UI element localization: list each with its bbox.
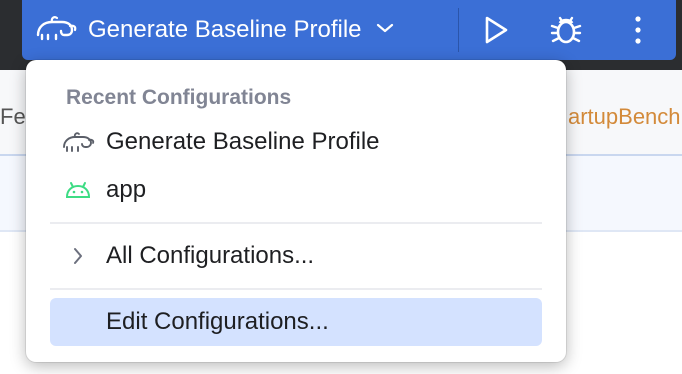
all-configurations-item[interactable]: All Configurations... <box>50 232 542 280</box>
recent-config-label: app <box>106 176 147 203</box>
recent-config-app[interactable]: app <box>50 166 542 214</box>
run-config-selector[interactable]: Generate Baseline Profile <box>32 0 452 60</box>
toolbar-divider <box>458 8 459 52</box>
baseline-profile-icon <box>50 130 106 154</box>
all-configurations-label: All Configurations... <box>106 242 315 269</box>
run-icon <box>485 16 508 44</box>
recent-configurations-header: Recent Configurations <box>66 86 292 109</box>
run-config-name: Generate Baseline Profile <box>88 16 362 43</box>
menu-separator <box>50 288 542 290</box>
more-options-button[interactable] <box>610 0 666 60</box>
baseline-profile-icon <box>32 13 78 48</box>
edit-configurations-item[interactable]: Edit Configurations... <box>50 298 542 346</box>
recent-config-generate-baseline-profile[interactable]: Generate Baseline Profile <box>50 118 542 166</box>
chevron-right-icon <box>50 247 106 265</box>
editor-tab-right[interactable]: artupBench <box>568 104 681 130</box>
debug-button[interactable] <box>538 0 594 60</box>
run-button[interactable] <box>468 0 524 60</box>
recent-config-label: Generate Baseline Profile <box>106 128 380 155</box>
run-widget: Generate Baseline Profile <box>22 0 676 60</box>
run-config-popup: Recent Configurations Generate Baseline … <box>26 60 566 362</box>
edit-configurations-label: Edit Configurations... <box>106 308 329 335</box>
more-vertical-icon <box>635 16 641 44</box>
android-icon <box>50 180 106 200</box>
editor-tab-left[interactable]: Fe <box>0 104 26 130</box>
menu-separator <box>50 222 542 224</box>
debug-icon <box>550 16 582 44</box>
chevron-down-icon[interactable] <box>376 21 394 39</box>
